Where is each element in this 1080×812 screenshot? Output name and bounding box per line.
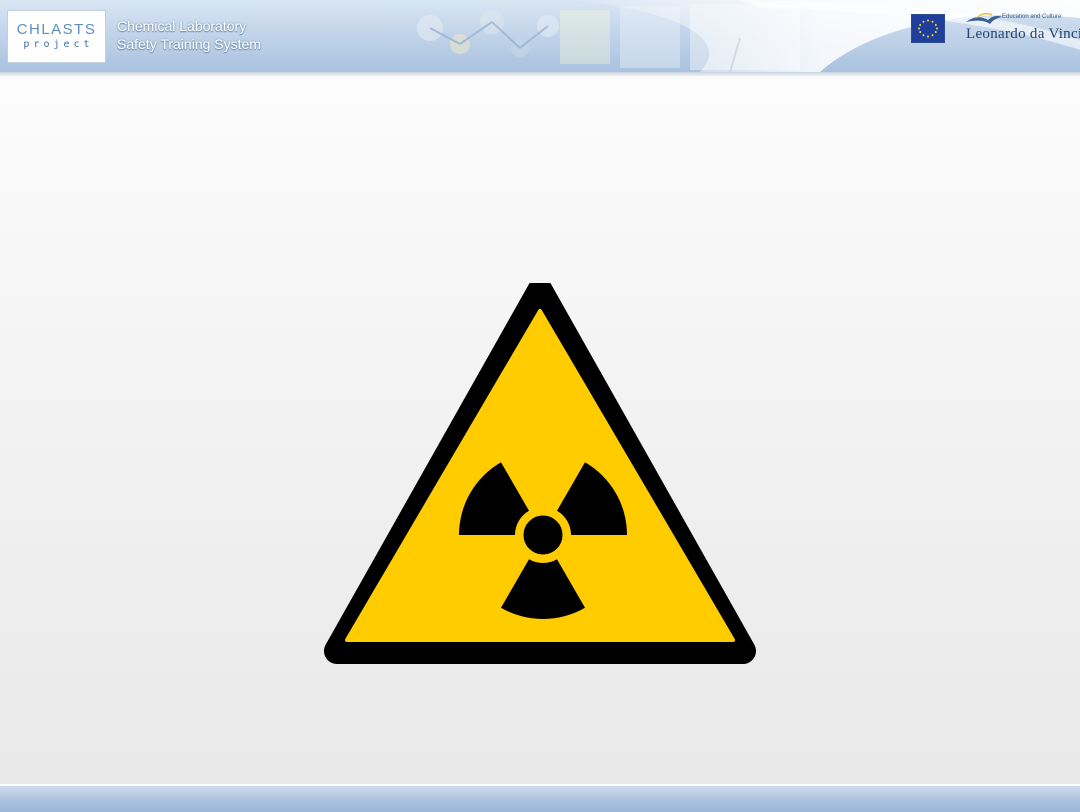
- slide-footer: [0, 784, 1080, 812]
- slide-header: CHLASTS project Chemical Laboratory Safe…: [0, 0, 1080, 72]
- leonardo-da-vinci-logo: Education and Culture Leonardo da Vinci: [962, 10, 1080, 46]
- brand-subtitle: project: [23, 39, 94, 50]
- radiation-warning-sign: [323, 278, 757, 671]
- eu-stars: [918, 19, 938, 38]
- chlasts-logo: CHLASTS project: [7, 10, 106, 63]
- brand-name: CHLASTS: [16, 21, 97, 38]
- radiation-warning-icon: [324, 278, 756, 664]
- eu-flag-icon: [911, 14, 945, 43]
- leonardo-name: Leonardo da Vinci: [966, 26, 1080, 42]
- title-line-1: Chemical Laboratory: [117, 18, 247, 34]
- leonardo-tagline: Education and Culture: [1002, 14, 1062, 20]
- title-line-2: Safety Training System: [117, 36, 261, 52]
- header-divider: [0, 72, 1080, 76]
- trefoil-center: [518, 510, 568, 560]
- leonardo-bird-icon: [966, 12, 1002, 24]
- system-title: Chemical Laboratory Safety Training Syst…: [117, 17, 261, 53]
